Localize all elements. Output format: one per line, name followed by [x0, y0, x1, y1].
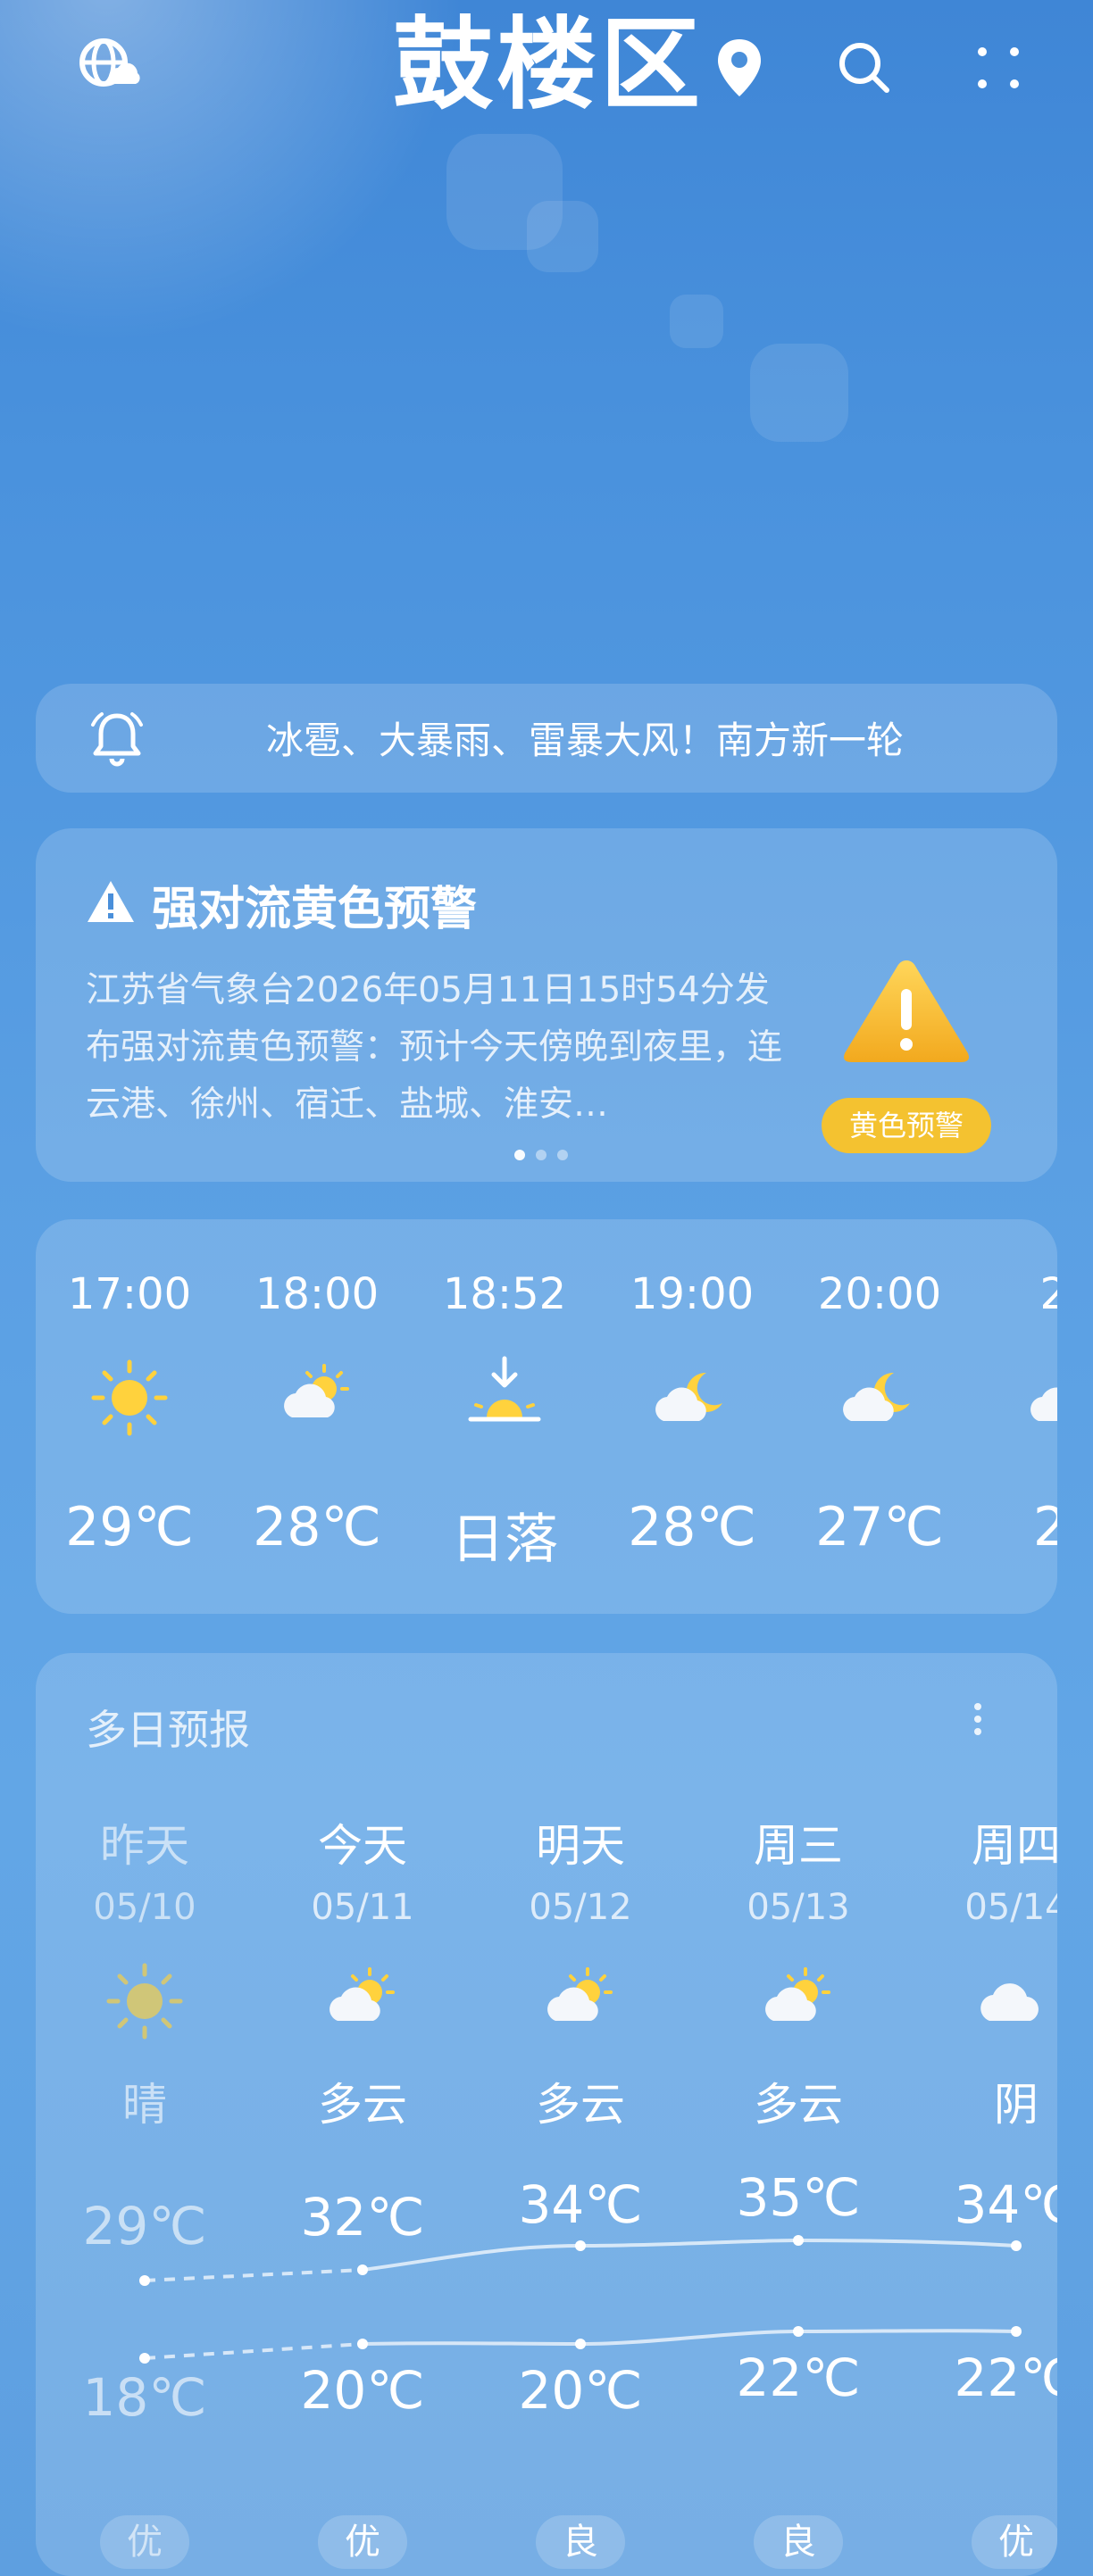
hourly-temp: 28℃ — [628, 1496, 756, 1558]
city-name[interactable]: 鼓楼区 — [393, 7, 704, 123]
hourly-time: 17:00 — [67, 1269, 192, 1319]
day-high: 29℃ — [82, 2196, 207, 2256]
aqi-badge: 优 — [972, 2515, 1057, 2569]
day-high: 34℃ — [518, 2174, 643, 2235]
day-label: 今天 — [318, 1820, 407, 1872]
yellow-warning-icon — [839, 953, 973, 1069]
location-pin-icon — [713, 34, 766, 102]
pager-dot — [557, 1150, 568, 1160]
warning-body: 江苏省气象台2026年05月11日15时54分发布强对流黄色预警：预计今天傍晚到… — [86, 970, 783, 1125]
day-low: 22℃ — [736, 2347, 861, 2408]
partly-cloudy-icon — [536, 1957, 625, 2046]
pager-dots — [514, 1150, 568, 1160]
hourly-temp: 29℃ — [65, 1496, 194, 1558]
cloudy-night-icon — [835, 1353, 924, 1442]
pager-dot — [536, 1150, 546, 1160]
warning-badge: 黄色预警 — [822, 1098, 991, 1153]
day-label: 昨天 — [100, 1820, 189, 1872]
day-low: 22℃ — [954, 2347, 1057, 2408]
news-ticker[interactable]: 冰雹、大暴雨、雷暴大风！南方新一轮 — [36, 684, 1057, 793]
bell-icon — [86, 707, 148, 769]
hourly-time: 21 — [1039, 1269, 1057, 1319]
aqi-badge: 优 — [318, 2515, 407, 2569]
cloud-icon — [972, 1957, 1057, 2046]
more-icon[interactable] — [964, 34, 1032, 102]
day-date: 05/12 — [529, 1887, 632, 1928]
partly-cloudy-icon — [754, 1957, 843, 2046]
pager-dot — [514, 1150, 525, 1160]
hourly-time: 19:00 — [630, 1269, 755, 1319]
cloudy-night-icon — [647, 1353, 737, 1442]
day-date: 05/13 — [747, 1887, 850, 1928]
day-low: 20℃ — [518, 2360, 643, 2421]
aqi-badge: 优 — [100, 2515, 189, 2569]
day-condition: 多云 — [754, 2079, 843, 2131]
hourly-temp: 28℃ — [253, 1496, 381, 1558]
search-icon[interactable] — [830, 34, 898, 102]
globe-cloud-icon[interactable] — [71, 29, 145, 102]
hourly-forecast[interactable]: 17:00 29℃ 18:00 28℃ 18:52 日落 19:00 28℃ 2… — [36, 1219, 1057, 1614]
day-date: 05/11 — [311, 1887, 414, 1928]
day-label: 周三 — [754, 1820, 843, 1872]
header: 鼓楼区 — [0, 0, 1093, 134]
day-condition: 多云 — [536, 2079, 625, 2131]
hourly-time: 18:00 — [254, 1269, 380, 1319]
aqi-badge: 良 — [754, 2515, 843, 2569]
sun-icon — [100, 1957, 189, 2046]
cloudy-night-icon — [1022, 1353, 1057, 1442]
day-high: 32℃ — [300, 2187, 425, 2248]
day-label: 周四 — [972, 1820, 1057, 1872]
multi-day-forecast[interactable]: 多日预报 昨天 05/10 晴 29℃ 18℃ 优 今天 05/11 多云 32… — [36, 1653, 1057, 2576]
day-label: 明天 — [536, 1820, 625, 1872]
day-date: 05/10 — [93, 1887, 196, 1928]
day-condition: 晴 — [122, 2079, 167, 2131]
hourly-temp: 日落 — [451, 1508, 558, 1571]
hourly-time: 18:52 — [442, 1269, 567, 1319]
aqi-badge: 良 — [536, 2515, 625, 2569]
day-low: 18℃ — [82, 2367, 207, 2428]
warning-card[interactable]: 强对流黄色预警 江苏省气象台2026年05月11日15时54分发布强对流黄色预警… — [36, 828, 1057, 1182]
hourly-time: 20:00 — [817, 1269, 942, 1319]
day-high: 34℃ — [954, 2174, 1057, 2235]
sunset-icon — [460, 1353, 549, 1442]
warning-triangle-icon — [86, 878, 136, 925]
hourly-temp: 27 — [1032, 1496, 1057, 1558]
partly-cloudy-icon — [318, 1957, 407, 2046]
warning-title: 强对流黄色预警 — [152, 883, 478, 936]
hourly-temp: 27℃ — [815, 1496, 944, 1558]
day-date: 05/14 — [964, 1887, 1057, 1928]
day-low: 20℃ — [300, 2360, 425, 2421]
ticker-text: 冰雹、大暴雨、雷暴大风！南方新一轮 — [266, 719, 905, 762]
day-condition: 多云 — [318, 2079, 407, 2131]
day-high: 35℃ — [736, 2167, 861, 2228]
day-condition: 阴 — [994, 2079, 1039, 2131]
sun-icon — [85, 1353, 174, 1442]
partly-cloudy-icon — [272, 1353, 362, 1442]
